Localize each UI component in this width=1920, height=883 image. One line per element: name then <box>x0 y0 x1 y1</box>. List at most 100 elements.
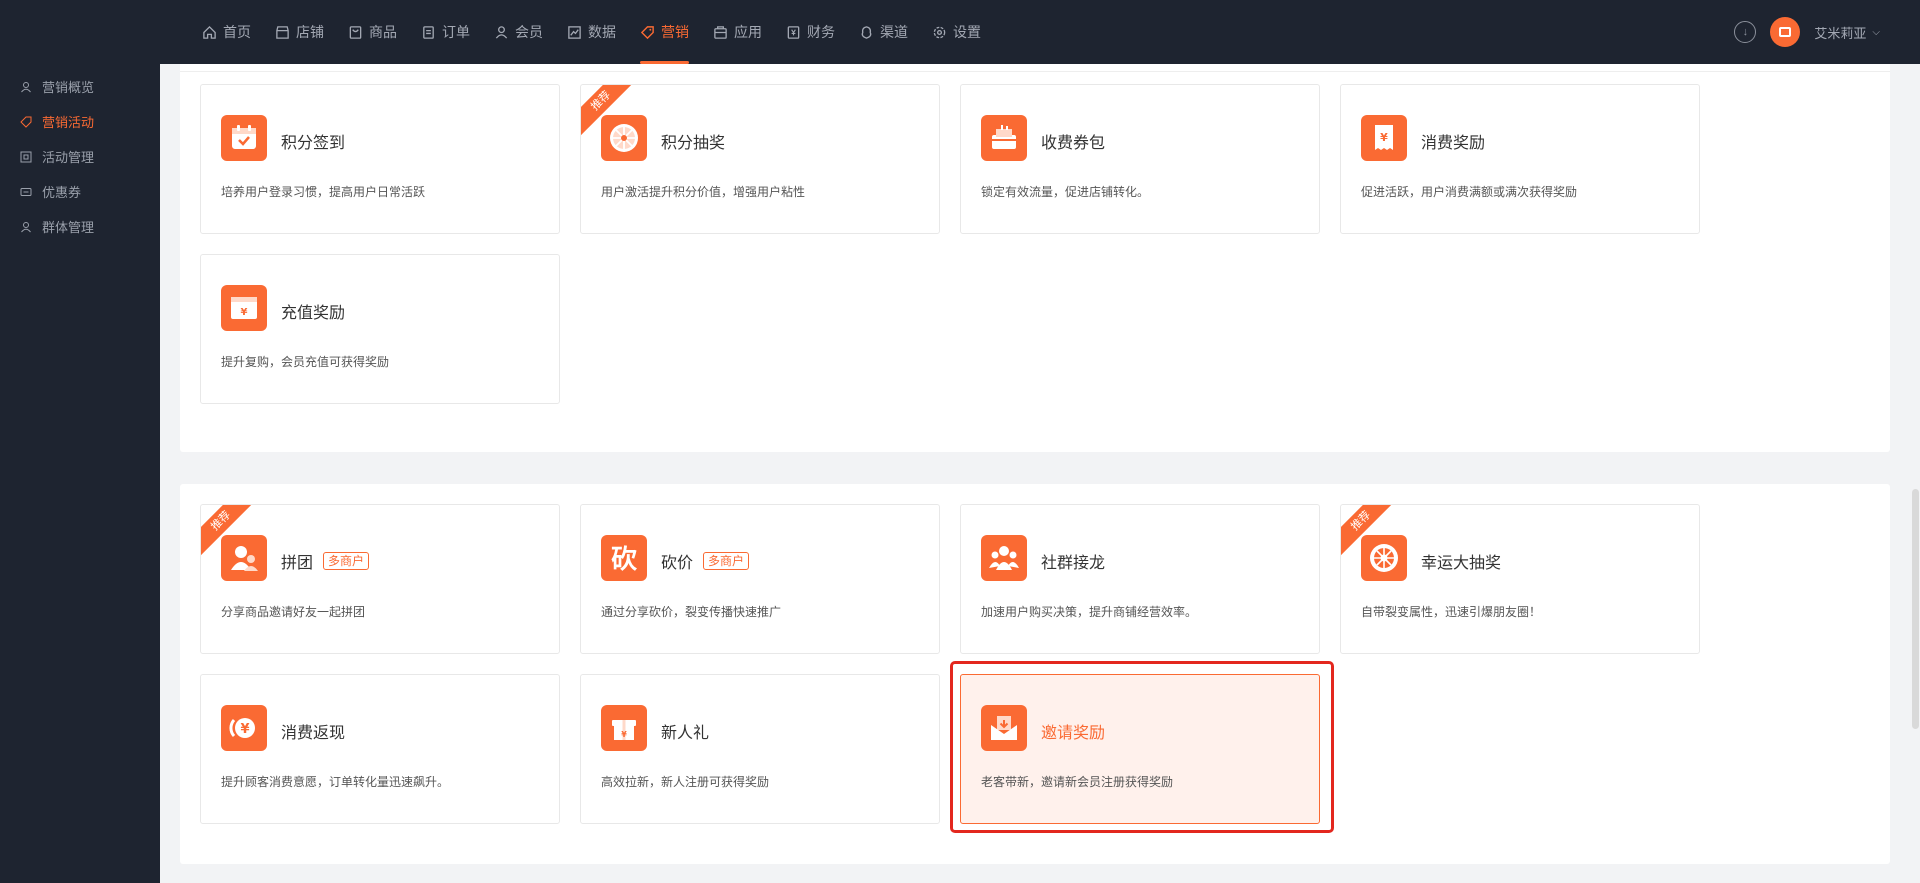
activity-card-paid-coupon-pack[interactable]: 收费券包 锁定有效流量，促进店铺转化。 <box>960 84 1320 234</box>
top-bar: 首页 店铺 商品 订单 会员 数据 营销 应用 财务 渠道 设置 ↓ 艾米莉亚 … <box>0 0 1920 64</box>
activity-card-recharge-reward[interactable]: ¥ 充值奖励 提升复购，会员充值可获得奖励 <box>200 254 560 404</box>
order-icon <box>423 25 434 39</box>
card-description: 培养用户登录习惯，提高用户日常活跃 <box>221 185 426 199</box>
card-title-text: 充值奖励 <box>281 305 346 322</box>
activity-panel-social: 推荐 拼团 多商户 分享商品邀请好友一起拼团 砍 砍价 多商户 通过分享砍价，裂变传… <box>180 484 1890 864</box>
card-description: 高效拉新，新人注册可获得奖励 <box>601 775 770 789</box>
lucky-wheel-icon <box>1361 535 1407 581</box>
card-description: 锁定有效流量，促进店铺转化。 <box>981 185 1150 199</box>
sidebar-item-label: 营销活动 <box>42 115 95 130</box>
card-description: 加速用户购买决策，提升商铺经营效率。 <box>981 605 1198 619</box>
multi-merchant-badge: 多商户 <box>703 552 750 570</box>
nav-item-marketing[interactable]: 营销 <box>628 0 701 64</box>
sidebar: 营销概览 营销活动 活动管理 优惠券 群体管理 <box>0 64 160 883</box>
nav-item-app[interactable]: 应用 <box>701 0 774 64</box>
card-title: 社群接龙 <box>1041 549 1105 573</box>
sidebar-item-label: 活动管理 <box>42 150 95 165</box>
activity-card-cashback[interactable]: ¥ 消费返现 提升顾客消费意愿，订单转化量迅速飙升。 <box>200 674 560 824</box>
nav-item-finance[interactable]: 财务 <box>774 0 847 64</box>
nav-item-store[interactable]: 店铺 <box>263 0 336 64</box>
avatar[interactable] <box>1770 17 1801 47</box>
overview-icon <box>21 81 31 92</box>
channel-icon <box>861 25 872 39</box>
card-title-text: 砍价 <box>661 555 694 572</box>
card-title: 消费返现 <box>281 719 345 743</box>
activity-card-points-lottery[interactable]: 推荐 积分抽奖 用户激活提升积分价值，增强用户粘性 <box>580 84 940 234</box>
nav-item-member[interactable]: 会员 <box>482 0 555 64</box>
nav-label: 订单 <box>442 24 470 40</box>
card-title-text: 消费返现 <box>281 725 346 742</box>
sidebar-item-coupons[interactable]: 优惠券 <box>0 174 160 209</box>
grid-icon <box>20 151 32 162</box>
nav-item-settings[interactable]: 设置 <box>920 0 993 64</box>
card-title-text: 新人礼 <box>661 725 710 742</box>
group-icon <box>21 221 31 232</box>
sidebar-item-activities[interactable]: 营销活动 <box>0 104 160 139</box>
chevron-down-icon[interactable]: ⌵ <box>1872 27 1880 38</box>
finance-icon <box>787 25 800 39</box>
activity-card-points-checkin[interactable]: 积分签到 培养用户登录习惯，提高用户日常活跃 <box>200 84 560 234</box>
card-title-text: 收费券包 <box>1041 135 1106 152</box>
activity-card-group-buy[interactable]: 推荐 拼团 多商户 分享商品邀请好友一起拼团 <box>200 504 560 654</box>
activity-card-spending-reward[interactable]: ¥ 消费奖励 促进活跃，用户消费满额或满次获得奖励 <box>1340 84 1700 234</box>
nav-label: 数据 <box>588 24 616 40</box>
svg-text:砍: 砍 <box>611 545 638 574</box>
card-title: 积分签到 <box>281 129 345 153</box>
multi-merchant-badge: 多商户 <box>323 552 370 570</box>
chart-icon <box>568 25 581 39</box>
svg-text:¥: ¥ <box>1380 131 1388 144</box>
card-description: 提升复购，会员充值可获得奖励 <box>221 355 390 369</box>
nav-item-channel[interactable]: 渠道 <box>847 0 920 64</box>
sidebar-item-label: 优惠券 <box>42 185 82 200</box>
activity-card-newcomer-gift[interactable]: ¥ 新人礼 高效拉新，新人注册可获得奖励 <box>580 674 940 824</box>
activity-card-invite-reward[interactable]: 邀请奖励 老客带新，邀请新会员注册获得奖励 <box>960 674 1320 824</box>
card-description: 自带裂变属性，迅速引爆朋友圈！ <box>1361 605 1542 619</box>
card-title: 充值奖励 <box>281 299 345 323</box>
card-title-text: 邀请奖励 <box>1041 725 1106 742</box>
gear-icon <box>933 26 946 38</box>
card-description: 分享商品邀请好友一起拼团 <box>221 605 366 619</box>
nav-item-data[interactable]: 数据 <box>555 0 628 64</box>
sidebar-item-label: 营销概览 <box>42 80 95 95</box>
tag-icon <box>20 116 32 128</box>
card-description: 老客带新，邀请新会员注册获得奖励 <box>981 775 1174 789</box>
username[interactable]: 艾米莉亚 <box>1814 23 1866 42</box>
sidebar-item-overview[interactable]: 营销概览 <box>0 69 160 104</box>
scrollbar[interactable] <box>1911 64 1920 883</box>
app-icon <box>714 25 727 39</box>
card-title-text: 积分抽奖 <box>661 135 726 152</box>
card-title-text: 幸运大抽奖 <box>1421 555 1502 572</box>
nav-label: 店铺 <box>296 24 324 40</box>
cashback-icon: ¥ <box>221 705 267 751</box>
goods-icon <box>349 25 362 39</box>
recharge-yen-icon: ¥ <box>221 285 267 331</box>
sidebar-item-group-management[interactable]: 群体管理 <box>0 209 160 244</box>
member-icon <box>495 25 508 39</box>
nav-item-home[interactable]: 首页 <box>190 0 263 64</box>
sidebar-item-activity-management[interactable]: 活动管理 <box>0 139 160 174</box>
svg-text:¥: ¥ <box>241 307 248 318</box>
card-title: 砍价 多商户 <box>661 549 750 573</box>
card-title: 新人礼 <box>661 719 709 743</box>
store-icon <box>276 25 289 39</box>
nav-item-goods[interactable]: 商品 <box>336 0 409 64</box>
card-description: 用户激活提升积分价值，增强用户粘性 <box>601 185 806 199</box>
svg-text:¥: ¥ <box>240 722 249 737</box>
nav-label: 商品 <box>369 24 397 40</box>
nav-label: 应用 <box>734 24 762 40</box>
activity-card-bargain[interactable]: 砍 砍价 多商户 通过分享砍价，裂变传播快速推广 <box>580 504 940 654</box>
activity-card-lucky-draw[interactable]: 推荐 幸运大抽奖 自带裂变属性，迅速引爆朋友圈！ <box>1340 504 1700 654</box>
svg-text:¥: ¥ <box>621 730 627 739</box>
gift-icon: ¥ <box>601 705 647 751</box>
main-nav: 首页 店铺 商品 订单 会员 数据 营销 应用 财务 渠道 设置 <box>190 0 993 64</box>
card-title-text: 社群接龙 <box>1041 555 1106 572</box>
card-title: 邀请奖励 <box>1041 719 1105 743</box>
tag-icon <box>640 25 654 39</box>
activity-card-community-chain[interactable]: 社群接龙 加速用户购买决策，提升商铺经营效率。 <box>960 504 1320 654</box>
scrollbar-thumb[interactable] <box>1912 489 1919 729</box>
wheel-icon <box>601 115 647 161</box>
card-title: 幸运大抽奖 <box>1421 549 1501 573</box>
download-icon[interactable]: ↓ <box>1734 21 1757 43</box>
nav-item-order[interactable]: 订单 <box>409 0 482 64</box>
receipt-yen-icon: ¥ <box>1361 115 1407 161</box>
